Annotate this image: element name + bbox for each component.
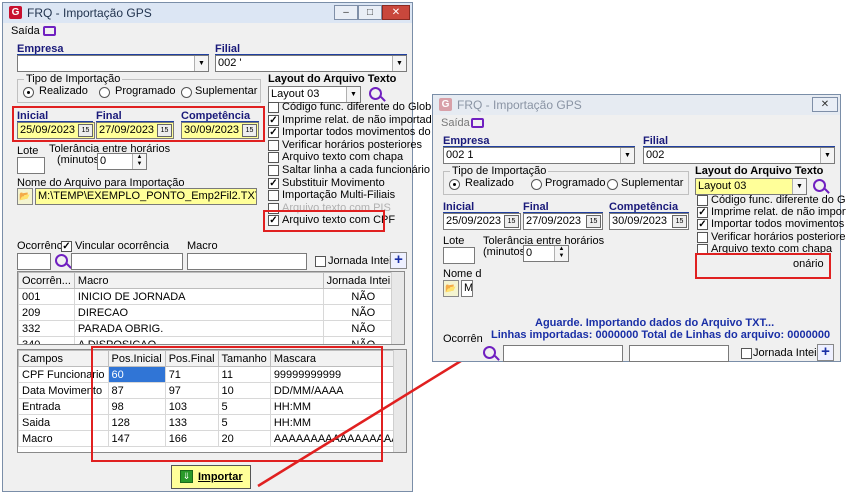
- lote-label: Lote: [443, 235, 465, 247]
- option-checkbox[interactable]: ✓: [697, 219, 708, 231]
- option-label: Importar todos movimentos do dia: [711, 218, 846, 231]
- chevron-down-icon: ▼: [820, 148, 834, 163]
- radio-suplementar-label: Suplementar: [621, 177, 684, 189]
- tolerancia-stepper[interactable]: 0 ▲ ▼: [523, 245, 569, 262]
- ocorrencia-label: Ocorrên: [443, 333, 483, 345]
- arquivo-label: Nome d: [443, 268, 482, 280]
- window-title: FRQ - Importação GPS: [457, 98, 582, 112]
- search-icon[interactable]: [483, 346, 496, 359]
- search-icon[interactable]: [813, 179, 826, 192]
- arquivo-input[interactable]: M: [461, 280, 473, 297]
- empresa-select[interactable]: 002 1 ▼: [443, 147, 635, 164]
- layout-label: Layout do Arquivo Texto: [695, 165, 824, 177]
- stepper-arrows-icon[interactable]: ▲ ▼: [554, 246, 568, 261]
- calendar-icon[interactable]: 15: [672, 215, 687, 228]
- final-date-field[interactable]: 27/09/2023 15: [523, 213, 603, 230]
- option-checkbox[interactable]: [697, 195, 708, 206]
- filial-select[interactable]: 002 ▼: [643, 147, 835, 164]
- import-window-progress: G FRQ - Importação GPS ✕ Saída Empresa 0…: [432, 94, 846, 362]
- cpf-missing-annotation-box: [695, 253, 831, 279]
- lote-input[interactable]: [443, 247, 475, 264]
- competencia-date-field[interactable]: 30/09/2023 15: [609, 213, 689, 230]
- app-logo-icon: G: [439, 98, 452, 111]
- calendar-icon[interactable]: 15: [586, 215, 601, 228]
- radio-programado[interactable]: [531, 179, 542, 190]
- folder-icon[interactable]: 📂: [443, 280, 459, 297]
- radio-programado-label: Programado: [545, 177, 606, 189]
- chevron-down-icon: ▼: [792, 179, 806, 194]
- add-button[interactable]: +: [817, 344, 834, 361]
- calendar-icon[interactable]: 15: [504, 215, 519, 228]
- tolerancia-unit-label: (minutos): [483, 246, 529, 258]
- inicial-date-field[interactable]: 25/09/2023 15: [443, 213, 521, 230]
- chevron-down-icon: ▼: [620, 148, 634, 163]
- layout-select[interactable]: Layout 03 ▼: [695, 178, 807, 195]
- title-bar: G FRQ - Importação GPS ✕: [433, 95, 840, 115]
- option-label: Imprime relat. de não importados: [711, 206, 846, 219]
- radio-realizado-label: Realizado: [465, 177, 514, 189]
- menu-saida[interactable]: Saída: [441, 117, 470, 129]
- radio-realizado[interactable]: [449, 179, 460, 190]
- ocorrencia-desc-input: [503, 345, 623, 362]
- close-button[interactable]: ✕: [812, 97, 838, 112]
- option-checkbox[interactable]: [697, 231, 708, 243]
- chat-icon[interactable]: [471, 118, 484, 128]
- option-label: Código func. diferente do Globus: [711, 194, 846, 206]
- option-checkbox[interactable]: ✓: [697, 207, 708, 219]
- jornada-checkbox[interactable]: [741, 348, 752, 359]
- jornada-label: Jornada Inteira: [753, 347, 827, 359]
- option-label: Verificar horários posteriores: [711, 230, 846, 243]
- status-lines-imported: Linhas importadas: 0000000 Total de Linh…: [491, 329, 831, 341]
- tipo-label: Tipo de Importação: [450, 165, 549, 177]
- radio-suplementar[interactable]: [607, 179, 618, 190]
- macro-input[interactable]: [629, 345, 729, 362]
- status-message: Aguarde. Importando dados do Arquivo TXT…: [535, 317, 775, 329]
